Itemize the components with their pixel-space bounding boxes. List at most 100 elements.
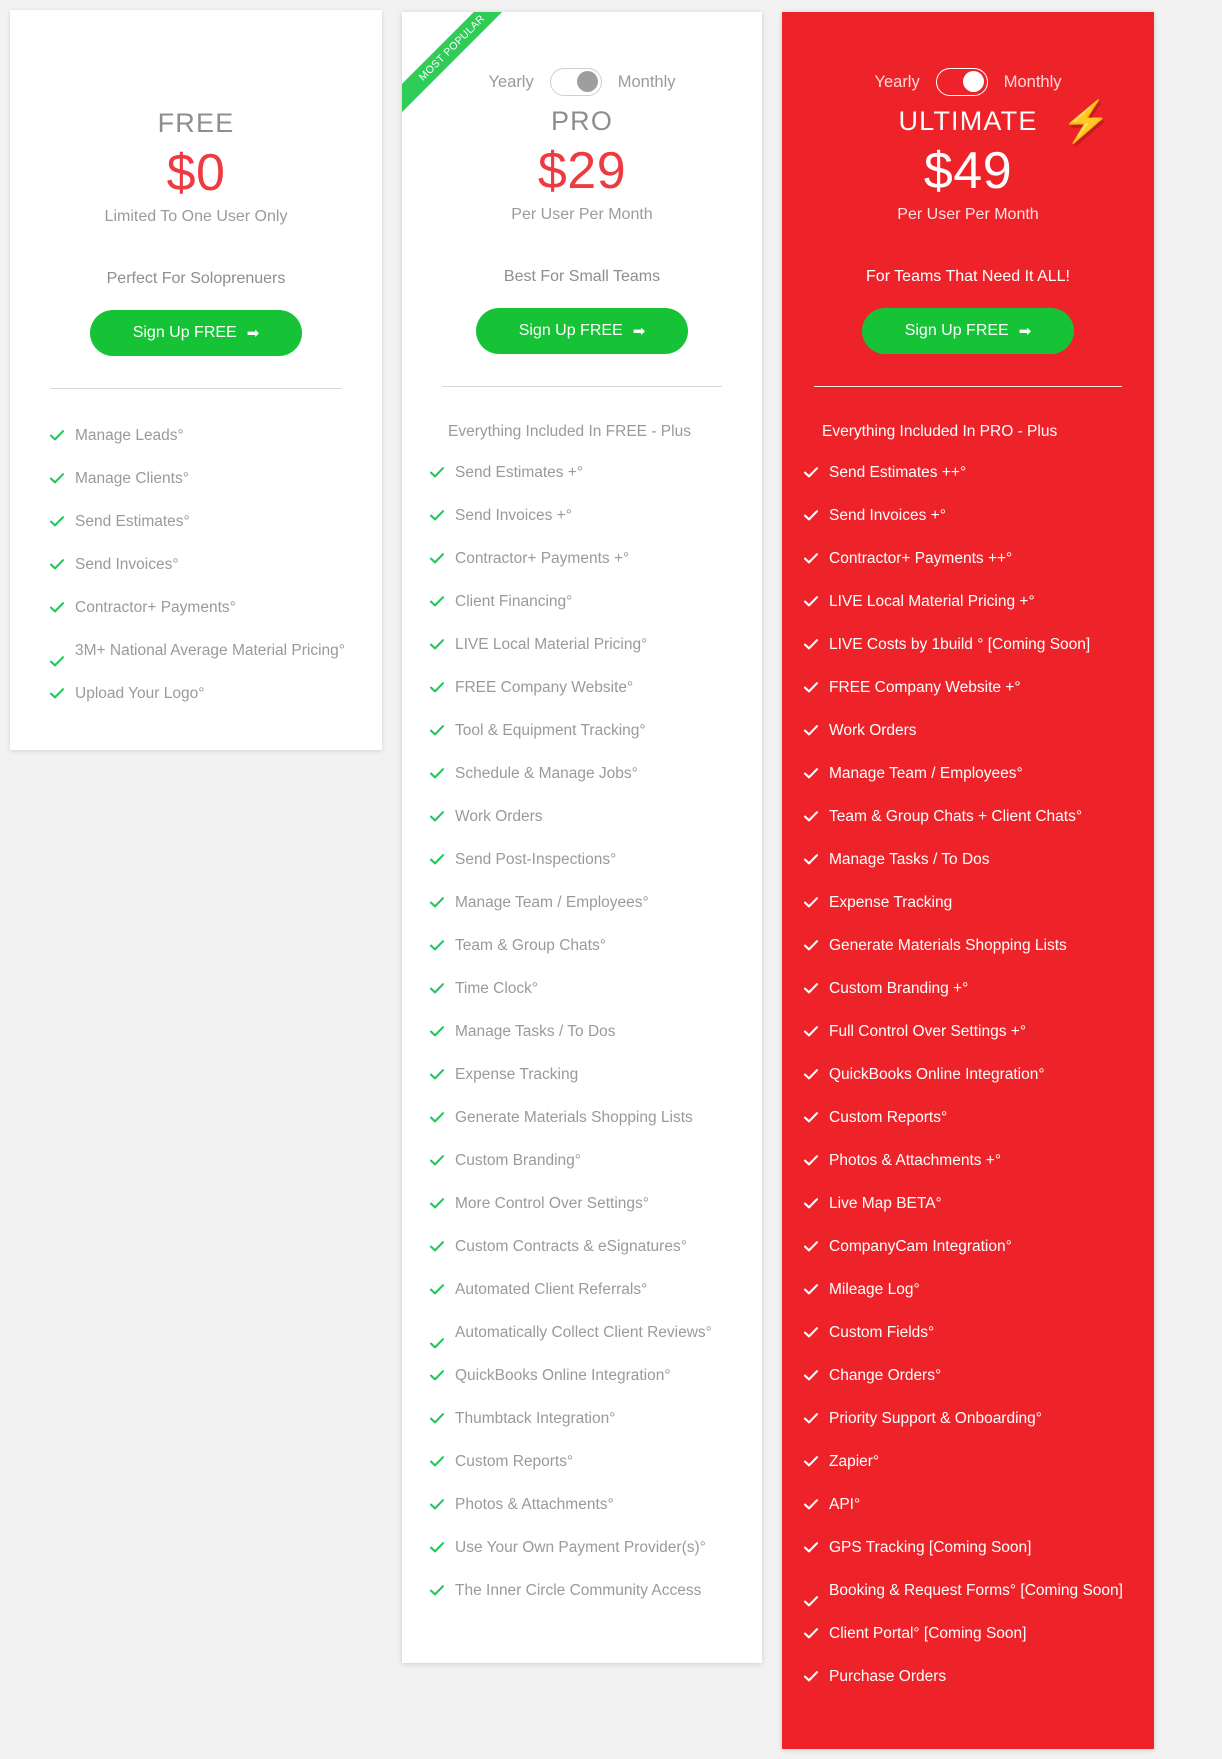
plan-name-ultimate: ULTIMATE ⚡ <box>802 102 1134 142</box>
check-icon <box>50 554 64 576</box>
feature-item: Client Portal° [Coming Soon] <box>804 1623 1132 1645</box>
billing-toggle-monthly-label-pro[interactable]: Monthly <box>618 73 676 92</box>
plan-price-ultimate: $49 <box>923 142 1013 200</box>
billing-toggle-switch-ultimate[interactable] <box>935 68 988 96</box>
feature-item: Thumbtack Integration° <box>430 1408 730 1430</box>
check-icon <box>430 1580 444 1602</box>
check-icon <box>430 677 444 699</box>
feature-item: LIVE Local Material Pricing +° <box>804 591 1132 613</box>
feature-label: Photos & Attachments +° <box>829 1152 1002 1169</box>
billing-toggle-monthly-label-ultimate[interactable]: Monthly <box>1004 73 1062 92</box>
feature-label: Work Orders <box>455 808 543 825</box>
check-icon <box>430 1236 444 1258</box>
check-icon <box>804 1279 818 1301</box>
cta-wrap-ultimate: Sign Up FREE ➡ <box>782 308 1154 354</box>
check-icon <box>804 1064 818 1086</box>
check-icon <box>50 425 64 447</box>
feature-label: Mileage Log° <box>829 1281 920 1298</box>
check-icon <box>804 763 818 785</box>
check-icon <box>804 849 818 871</box>
feature-item: Manage Team / Employees° <box>430 892 730 914</box>
check-icon <box>804 1623 818 1645</box>
feature-list-intro-pro: Everything Included In FREE - Plus <box>448 423 691 440</box>
feature-item: Custom Branding +° <box>804 978 1132 1000</box>
feature-item: FREE Company Website +° <box>804 677 1132 699</box>
feature-label: API° <box>829 1496 861 1513</box>
feature-item: Work Orders <box>430 806 730 828</box>
plan-header-pro: PRO $29 Per User Per Month Best For Smal… <box>402 104 762 286</box>
feature-item: QuickBooks Online Integration° <box>804 1064 1132 1086</box>
signup-button-ultimate[interactable]: Sign Up FREE ➡ <box>862 308 1074 354</box>
feature-label: Custom Contracts & eSignatures° <box>455 1238 687 1255</box>
feature-label: The Inner Circle Community Access <box>455 1582 702 1599</box>
feature-item: Zapier° <box>804 1451 1132 1473</box>
feature-label: QuickBooks Online Integration° <box>455 1367 671 1384</box>
feature-label: Upload Your Logo° <box>75 685 205 702</box>
feature-label: Expense Tracking <box>455 1066 579 1083</box>
feature-label: Send Estimates ++° <box>829 464 967 481</box>
signup-button-label-free: Sign Up FREE <box>132 324 237 341</box>
billing-toggle-switch-pro[interactable] <box>549 68 602 96</box>
check-icon <box>804 892 818 914</box>
billing-toggle-yearly-label-ultimate[interactable]: Yearly <box>874 73 919 92</box>
feature-item: Send Invoices +° <box>804 505 1132 527</box>
plan-name-pro: PRO <box>550 106 614 136</box>
feature-label: CompanyCam Integration° <box>829 1238 1012 1255</box>
feature-label: Custom Branding° <box>455 1152 581 1169</box>
feature-item: LIVE Costs by 1build ° [Coming Soon] <box>804 634 1132 656</box>
feature-item: Mileage Log° <box>804 1279 1132 1301</box>
feature-label: Client Portal° [Coming Soon] <box>829 1625 1027 1642</box>
signup-button-free[interactable]: Sign Up FREE ➡ <box>90 310 302 356</box>
check-icon <box>430 935 444 957</box>
cta-wrap-pro: Sign Up FREE ➡ <box>402 308 762 354</box>
feature-label: Zapier° <box>829 1453 880 1470</box>
check-icon <box>430 1494 444 1516</box>
feature-item: LIVE Local Material Pricing° <box>430 634 730 656</box>
check-icon <box>804 806 818 828</box>
feature-item: Expense Tracking <box>804 892 1132 914</box>
feature-label: Send Invoices +° <box>455 507 572 524</box>
feature-item: Upload Your Logo° <box>50 683 358 705</box>
feature-item: Send Invoices° <box>50 554 358 576</box>
feature-item: Generate Materials Shopping Lists <box>804 935 1132 957</box>
feature-label: Manage Leads° <box>75 427 184 444</box>
check-icon <box>430 1408 444 1430</box>
feature-label: Priority Support & Onboarding° <box>829 1410 1042 1427</box>
feature-label: Send Estimates +° <box>455 464 584 481</box>
check-icon <box>804 1236 818 1258</box>
feature-item: Send Post-Inspections° <box>430 849 730 871</box>
feature-label: Send Post-Inspections° <box>455 851 617 868</box>
feature-item: Custom Contracts & eSignatures° <box>430 1236 730 1258</box>
feature-list-ultimate: Everything Included In PRO - Plus Send E… <box>782 387 1154 1749</box>
check-icon <box>804 1408 818 1430</box>
check-icon <box>804 677 818 699</box>
feature-label: Team & Group Chats + Client Chats° <box>829 808 1083 825</box>
feature-label: Manage Team / Employees° <box>829 765 1023 782</box>
arrow-right-icon: ➡ <box>1018 323 1032 340</box>
check-icon <box>804 1537 818 1559</box>
feature-label: Full Control Over Settings +° <box>829 1023 1027 1040</box>
check-icon <box>804 1666 818 1688</box>
check-icon <box>430 505 444 527</box>
feature-label: Manage Tasks / To Dos <box>455 1023 616 1040</box>
check-icon <box>430 634 444 656</box>
feature-item: Expense Tracking <box>430 1064 730 1086</box>
feature-item: Send Invoices +° <box>430 505 730 527</box>
feature-label: FREE Company Website +° <box>829 679 1021 696</box>
signup-button-pro[interactable]: Sign Up FREE ➡ <box>476 308 688 354</box>
check-icon <box>804 1494 818 1516</box>
feature-item: Manage Team / Employees° <box>804 763 1132 785</box>
check-icon <box>804 505 818 527</box>
check-icon <box>430 1150 444 1172</box>
check-icon <box>804 1365 818 1387</box>
feature-item: Custom Fields° <box>804 1322 1132 1344</box>
feature-label: Use Your Own Payment Provider(s)° <box>455 1539 706 1556</box>
feature-label: Generate Materials Shopping Lists <box>829 937 1067 954</box>
check-icon <box>430 1365 444 1387</box>
check-icon <box>50 597 64 619</box>
feature-item: GPS Tracking [Coming Soon] <box>804 1537 1132 1559</box>
billing-toggle-yearly-label-pro[interactable]: Yearly <box>488 73 533 92</box>
feature-item: Photos & Attachments +° <box>804 1150 1132 1172</box>
plan-price-note-pro: Per User Per Month <box>511 206 653 223</box>
feature-label: Work Orders <box>829 722 917 739</box>
